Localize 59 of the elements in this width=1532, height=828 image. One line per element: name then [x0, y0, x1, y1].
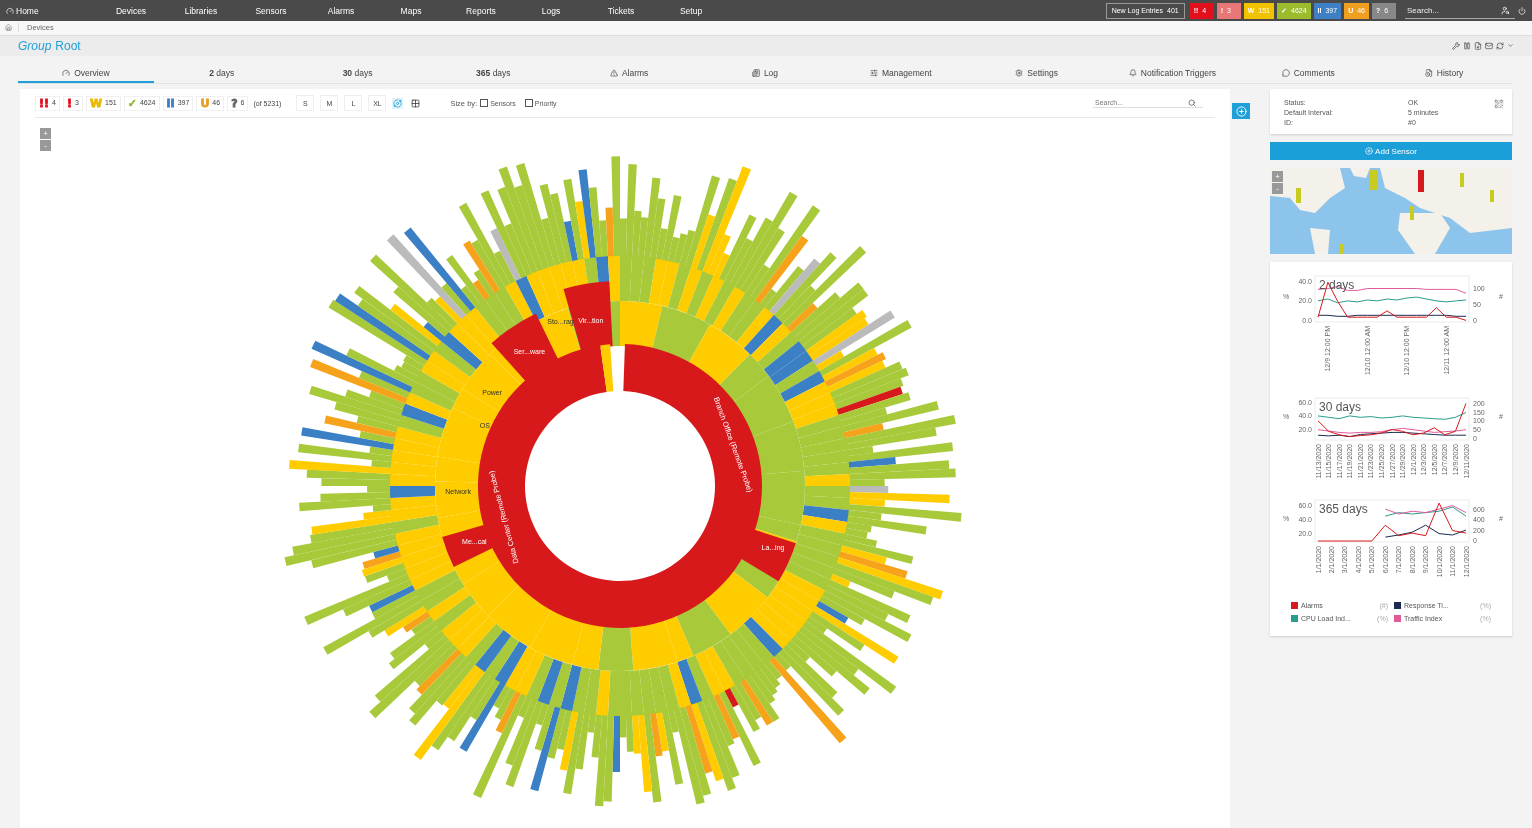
tab[interactable]: 30 days: [289, 65, 426, 83]
gauge-icon: [6, 6, 14, 15]
nav-link[interactable]: Devices: [96, 5, 166, 16]
plus-icon: [1365, 147, 1374, 155]
speech-bubble-icon: [1281, 69, 1290, 78]
status-symbol: ?: [231, 98, 238, 108]
tab[interactable]: Management: [832, 65, 969, 83]
nav-link[interactable]: Libraries: [166, 5, 236, 16]
status-symbol: W: [89, 98, 103, 108]
wrench-icon: [1452, 41, 1460, 50]
settings-icon: [1015, 69, 1024, 78]
home-icon: [5, 24, 12, 32]
status-symbol: ✓: [127, 98, 137, 108]
nav-link[interactable]: Home: [6, 5, 46, 16]
tab[interactable]: Comments: [1240, 65, 1377, 83]
search-field[interactable]: Search...: [1405, 4, 1501, 16]
page-title: Group Root: [18, 38, 81, 53]
warning-icon: [609, 69, 618, 78]
nav-link[interactable]: Setup: [656, 5, 726, 16]
file-icon: [1474, 41, 1482, 50]
nav-link[interactable]: Tickets: [586, 5, 656, 16]
tab[interactable]: Settings: [968, 65, 1105, 83]
nav-link[interactable]: Maps: [376, 5, 446, 16]
refresh-icon: [1496, 41, 1504, 50]
plus-icon: [1235, 105, 1247, 117]
tab[interactable]: History: [1376, 65, 1512, 83]
pause-icon: [1463, 41, 1471, 50]
sliders-icon: [869, 69, 878, 78]
checkbox[interactable]: [524, 99, 533, 107]
status-symbol: U: [200, 98, 210, 108]
chart-title: 365 days: [1319, 502, 1368, 516]
nav-link[interactable]: Logs: [516, 5, 586, 16]
mail-icon: [1485, 41, 1493, 50]
tab[interactable]: 2 days: [153, 65, 290, 83]
qr-code-icon: [1494, 99, 1504, 109]
status-symbol: !!: [39, 98, 50, 108]
chart-title: 30 days: [1319, 400, 1362, 414]
status-symbol: II: [166, 98, 175, 108]
nav-link[interactable]: Alarms: [306, 5, 376, 16]
nav-link[interactable]: Reports: [446, 5, 516, 16]
power-icon: [1518, 6, 1526, 15]
checkbox[interactable]: [480, 99, 489, 107]
tab[interactable]: Notification Triggers: [1104, 65, 1241, 83]
status-symbol: !: [66, 98, 72, 108]
tab[interactable]: Overview: [18, 65, 154, 83]
chart-title: 2 days: [1319, 278, 1355, 292]
gauge-icon: [62, 69, 71, 78]
tab[interactable]: Alarms: [561, 65, 698, 83]
bell-icon: [1128, 69, 1137, 78]
tiles-view-button[interactable]: [410, 97, 422, 109]
user-search-icon: [1501, 5, 1510, 15]
search-icon: [1188, 98, 1196, 107]
caret-icon: [1507, 42, 1514, 50]
newspaper-icon: [751, 69, 760, 78]
document-clock-icon: [1424, 69, 1433, 78]
tab[interactable]: 365 days: [425, 65, 562, 83]
nav-link[interactable]: Sensors: [236, 5, 306, 16]
sunburst-view-button[interactable]: [392, 97, 404, 109]
tab[interactable]: Log: [697, 65, 833, 83]
